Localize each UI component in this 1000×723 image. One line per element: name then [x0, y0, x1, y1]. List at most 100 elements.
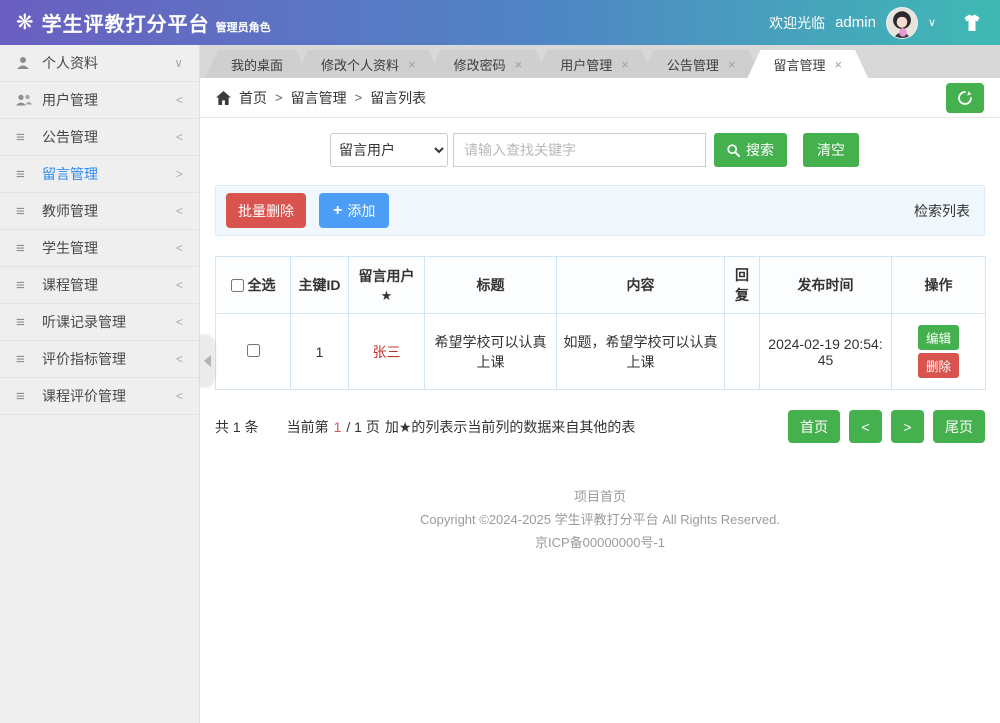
breadcrumb-current: 留言列表 [370, 88, 426, 108]
tab-announcement-management[interactable]: 公告管理 × [641, 50, 762, 78]
sidebar-item-label: 课程管理 [42, 275, 98, 295]
breadcrumb: 首页 > 留言管理 > 留言列表 [200, 78, 1000, 118]
search-input[interactable] [453, 133, 706, 167]
search-button[interactable]: 搜索 [714, 133, 787, 167]
column-header-id: 主键ID [291, 257, 349, 314]
tab-label: 修改密码 [454, 55, 506, 74]
table-header-row: 全选 主键ID 留言用户 ★ 标题 内容 回复 发布时间 操作 [216, 257, 986, 314]
user-icon [16, 56, 38, 70]
search-button-label: 搜索 [746, 140, 774, 160]
pagination-info: 共 1 条 当前第 1 / 1 页 加★的列表示当前列的数据来自其他的表 [215, 417, 635, 437]
chevron-right-icon: > [176, 167, 183, 181]
breadcrumb-separator: > [355, 90, 363, 105]
sidebar-item-label: 课程评价管理 [42, 386, 126, 406]
tab-close-icon[interactable]: × [408, 58, 416, 71]
tab-change-password[interactable]: 修改密码 × [428, 50, 549, 78]
batch-delete-label: 批量删除 [238, 201, 294, 221]
tab-user-management[interactable]: 用户管理 × [534, 50, 655, 78]
select-all-checkbox[interactable] [231, 279, 244, 292]
app-logo-icon: ❋ [16, 12, 34, 33]
first-page-button[interactable]: 首页 [788, 410, 840, 443]
sidebar-item-students[interactable]: ≡ 学生管理 < [0, 230, 199, 267]
welcome-text: 欢迎光临 [769, 13, 825, 33]
chevron-left-icon: < [176, 389, 183, 403]
refresh-button[interactable] [946, 83, 984, 113]
tab-label: 公告管理 [667, 55, 719, 74]
sidebar-item-label: 用户管理 [42, 90, 98, 110]
sidebar-collapse-handle[interactable] [200, 335, 214, 387]
tab-edit-profile[interactable]: 修改个人资料 × [295, 50, 442, 78]
breadcrumb-home[interactable]: 首页 [239, 88, 267, 108]
sidebar-item-lecture-records[interactable]: ≡ 听课记录管理 < [0, 304, 199, 341]
filter-select[interactable]: 留言用户 [330, 133, 448, 167]
batch-delete-button[interactable]: 批量删除 [226, 193, 306, 228]
tab-close-icon[interactable]: × [728, 58, 736, 71]
sidebar-item-course-evals[interactable]: ≡ 课程评价管理 < [0, 378, 199, 415]
edit-button[interactable]: 编辑 [918, 325, 959, 350]
chevron-left-icon: < [176, 352, 183, 366]
delete-button[interactable]: 删除 [918, 353, 959, 378]
sidebar-item-teachers[interactable]: ≡ 教师管理 < [0, 193, 199, 230]
tab-close-icon[interactable]: × [834, 58, 842, 71]
copyright-text: Copyright ©2024-2025 学生评教打分平台 All Rights… [215, 508, 985, 531]
icp-text: 京ICP备00000000号-1 [215, 531, 985, 554]
menu-icon: ≡ [16, 203, 38, 220]
sidebar-item-announcements[interactable]: ≡ 公告管理 < [0, 119, 199, 156]
next-page-button[interactable]: > [891, 410, 924, 443]
menu-icon: ≡ [16, 314, 38, 331]
sidebar-item-label: 教师管理 [42, 201, 98, 221]
sidebar-item-eval-indicators[interactable]: ≡ 评价指标管理 < [0, 341, 199, 378]
menu-icon: ≡ [16, 277, 38, 294]
row-checkbox[interactable] [247, 344, 260, 357]
project-home-link[interactable]: 项目首页 [215, 485, 985, 508]
sidebar-item-users[interactable]: 用户管理 < [0, 82, 199, 119]
tab-close-icon[interactable]: × [515, 58, 523, 71]
sidebar-item-messages[interactable]: ≡ 留言管理 > [0, 156, 199, 193]
prev-page-button[interactable]: < [849, 410, 882, 443]
current-page-prefix: 当前第 [287, 417, 329, 437]
tab-my-desktop[interactable]: 我的桌面 [205, 50, 309, 78]
breadcrumb-section[interactable]: 留言管理 [291, 88, 347, 108]
sidebar-item-profile[interactable]: 个人资料 ∨ [0, 45, 199, 82]
column-header-content: 内容 [557, 257, 725, 314]
row-title-cell: 希望学校可以认真上课 [425, 314, 557, 390]
tab-label: 留言管理 [773, 55, 825, 74]
message-table: 全选 主键ID 留言用户 ★ 标题 内容 回复 发布时间 操作 [215, 256, 986, 390]
row-actions-cell: 编辑 删除 [892, 314, 986, 390]
sidebar-item-courses[interactable]: ≡ 课程管理 < [0, 267, 199, 304]
tab-message-management[interactable]: 留言管理 × [747, 50, 868, 78]
chevron-left-icon: < [176, 130, 183, 144]
users-icon [16, 94, 38, 107]
chevron-left-icon: < [176, 315, 183, 329]
sidebar-item-label: 听课记录管理 [42, 312, 126, 332]
plus-icon: + [333, 203, 342, 219]
menu-icon: ≡ [16, 166, 38, 183]
column-header-title: 标题 [425, 257, 557, 314]
user-avatar[interactable] [886, 7, 918, 39]
tab-label: 我的桌面 [231, 55, 283, 74]
sidebar: 个人资料 ∨ 用户管理 < ≡ 公告管理 < ≡ 留言管理 > ≡ 教师管理 <… [0, 45, 200, 723]
avatar-caret-icon[interactable]: ∨ [928, 16, 936, 29]
clear-button[interactable]: 清空 [803, 133, 859, 167]
app-title: 学生评教打分平台 [42, 8, 210, 37]
add-button[interactable]: + 添加 [319, 193, 389, 228]
last-page-button[interactable]: 尾页 [933, 410, 985, 443]
tab-label: 用户管理 [560, 55, 612, 74]
page-count-suffix: / 1 页 [346, 417, 379, 437]
row-content-cell: 如题，希望学校可以认真上课 [557, 314, 725, 390]
search-icon [727, 144, 740, 157]
page-footer: 项目首页 Copyright ©2024-2025 学生评教打分平台 All R… [215, 485, 985, 554]
theme-tshirt-icon[interactable] [960, 11, 984, 35]
column-header-actions: 操作 [892, 257, 986, 314]
clear-button-label: 清空 [817, 140, 845, 160]
chevron-left-icon: < [176, 204, 183, 218]
tab-close-icon[interactable]: × [621, 58, 629, 71]
search-form: 留言用户 搜索 清空 [330, 133, 985, 167]
sidebar-item-label: 学生管理 [42, 238, 98, 258]
menu-icon: ≡ [16, 351, 38, 368]
username[interactable]: admin [835, 14, 876, 31]
row-id-cell: 1 [291, 314, 349, 390]
row-time-cell: 2024-02-19 20:54:45 [760, 314, 892, 390]
column-header-user: 留言用户 ★ [349, 257, 425, 314]
collapse-arrow-icon [204, 355, 211, 367]
